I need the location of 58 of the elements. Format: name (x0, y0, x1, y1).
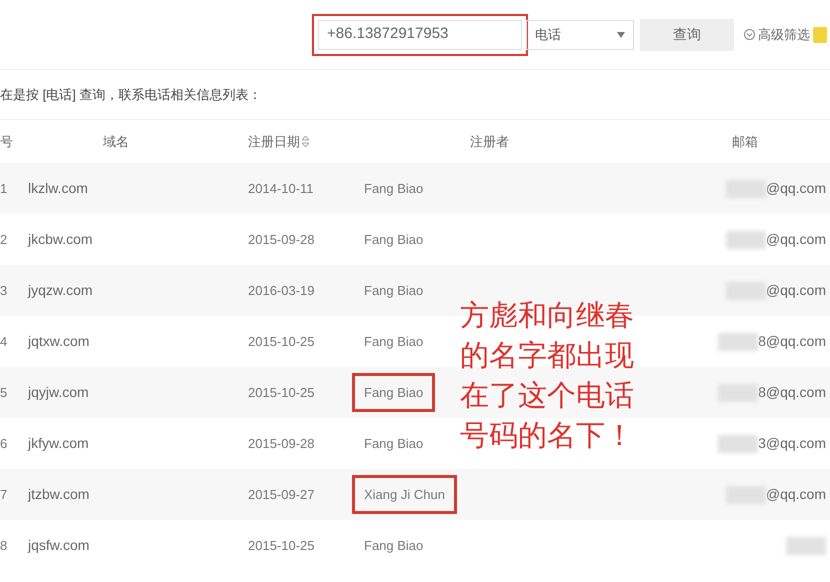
table-cell-text: 2015-09-28 (248, 434, 316, 453)
redaction-blur (718, 332, 758, 350)
table-cell-text: jqtxw.com (28, 332, 90, 351)
table-cell-text: 5 (0, 384, 8, 402)
type-select[interactable]: 电话 (526, 20, 634, 50)
table-cell-text: 1 (0, 180, 8, 198)
table-cell-text: 2 (0, 230, 8, 249)
sort-icon (302, 136, 309, 147)
table-cell-text: 2016-03-19 (248, 282, 316, 300)
table-cell-text: 3 (0, 282, 8, 300)
table-cell-text: 8@qq.com (758, 332, 826, 351)
table-cell-text: 2015-10-25 (248, 384, 316, 402)
badge-icon (813, 26, 827, 42)
table-cell-text: 2015-10-25 (248, 332, 316, 351)
table-cell-text: 8 (0, 536, 8, 555)
dropdown-caret-icon (617, 32, 625, 38)
table-cell-text: @qq.com (766, 281, 826, 300)
table-cell-text: 2015-09-28 (248, 230, 316, 249)
redaction-blur (726, 230, 766, 248)
table-cell: Fang Biao (352, 372, 436, 412)
table-cell-text: jkcbw.com (28, 230, 94, 249)
table-cell-text: lkzlw.com (28, 179, 89, 198)
table-cell-text: @qq.com (766, 179, 826, 198)
column-header: 号 (0, 132, 14, 151)
table-cell-text: 4 (0, 332, 8, 351)
table-cell-text: jqyjw.com (28, 383, 90, 402)
table-cell-text: 6 (0, 434, 8, 453)
search-button[interactable]: 查询 (640, 18, 734, 50)
column-header: 域名 (102, 132, 130, 151)
info-text: 在是按 [电话] 查询，联系电话相关信息列表： (0, 86, 262, 104)
redaction-blur (786, 536, 826, 554)
table-cell-text: Fang Biao (363, 180, 424, 198)
table-cell-text: @qq.com (766, 485, 826, 504)
table-cell-text: jtzbw.com (28, 485, 90, 504)
table-cell-text: jkfyw.com (28, 434, 90, 453)
table-cell-text: 2014-10-11 (248, 180, 315, 198)
table-cell-text: Fang Biao (363, 536, 424, 555)
table-cell-text: 2015-10-25 (248, 536, 316, 555)
column-header: 邮箱 (731, 132, 759, 151)
table-cell-text: Fang Biao (363, 332, 424, 351)
table-cell-text: @qq.com (766, 230, 826, 249)
annotation-text: 方彪和向继春 的名字都出现 在了这个电话 号码的名下！ (460, 299, 634, 454)
redaction-blur (718, 434, 758, 452)
advanced-filter-link[interactable]: 高级筛选 (744, 24, 810, 44)
table-cell-text: 3@qq.com (758, 434, 826, 453)
table-cell-text: 8@qq.com (758, 383, 826, 402)
table-cell-text: Fang Biao (363, 434, 424, 453)
table-cell-text: jyqzw.com (28, 281, 94, 300)
table-cell: Xiang Ji Chun (352, 474, 457, 514)
chevron-circle-icon (744, 29, 755, 40)
table-cell-text: jqsfw.com (28, 536, 90, 555)
table-cell-text: 2015-09-27 (248, 486, 316, 504)
search-field[interactable]: +86.13872917953 (318, 20, 522, 50)
table-cell-text: Fang Biao (363, 230, 424, 249)
table-cell-text: Fang Biao (363, 282, 424, 300)
column-header: 注册日期 (248, 132, 300, 151)
table-cell-text: 7 (0, 486, 8, 504)
column-header: 注册者 (469, 132, 510, 151)
